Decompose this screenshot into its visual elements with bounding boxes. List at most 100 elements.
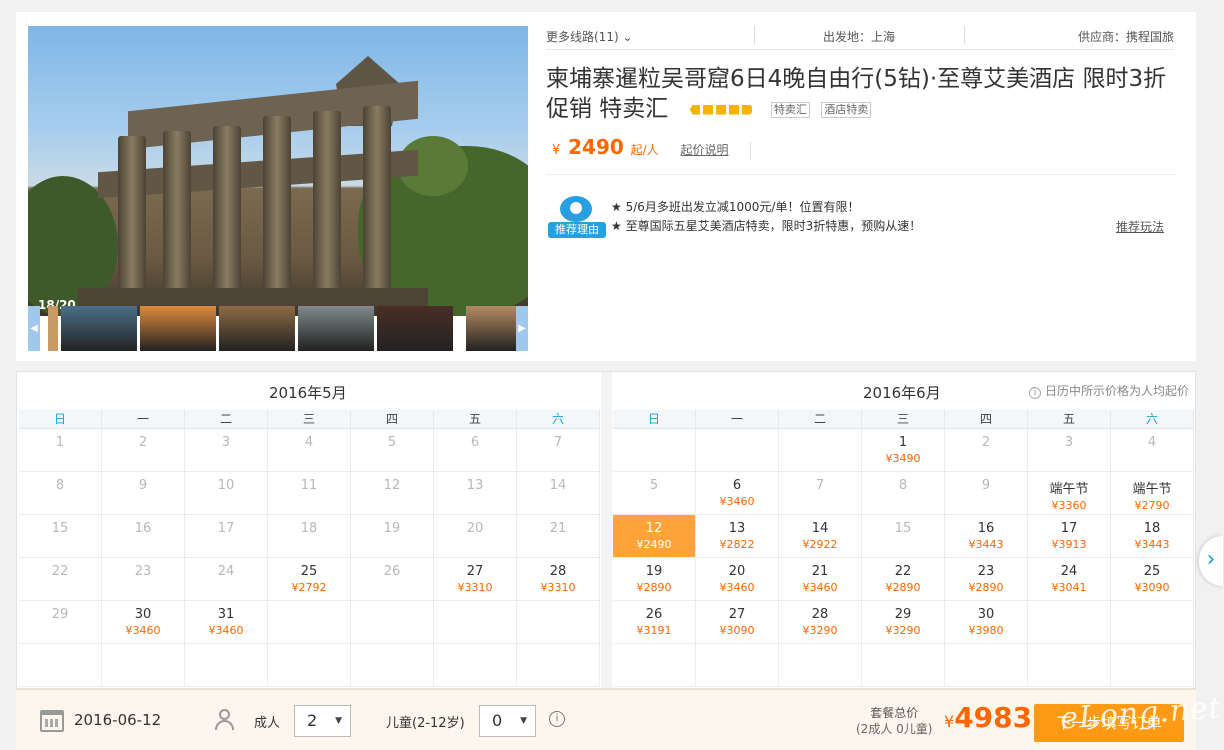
- day-number: 21: [549, 521, 567, 536]
- calendar-grid-may: 日一二三四五六 1 2 3 4 5 6 7 8 9 10 11 12 13 14 15 16 17 18 19 20 21…: [19, 410, 600, 687]
- day-number: 28: [549, 564, 567, 579]
- calendar-day[interactable]: 1 ¥3490: [862, 429, 945, 472]
- adult-count-select[interactable]: 2 ▼: [294, 705, 351, 737]
- calendar-day[interactable]: 19 ¥2890: [613, 558, 696, 601]
- day-number: 7: [553, 435, 563, 450]
- day-number: 14: [549, 478, 567, 493]
- tag-flash-sale[interactable]: 特卖汇: [770, 101, 810, 118]
- temple-base: [78, 288, 428, 306]
- day-price: ¥3460: [719, 495, 755, 508]
- calendar-day[interactable]: 28 ¥3290: [779, 601, 862, 644]
- day-price: ¥3460: [125, 624, 161, 637]
- thumbnail[interactable]: [48, 306, 58, 351]
- day-number: 19: [383, 521, 401, 536]
- calendar-day[interactable]: 27 ¥3310: [434, 558, 517, 601]
- calendar-day[interactable]: 端午节 ¥3360: [1028, 472, 1111, 515]
- recommend-link[interactable]: 推荐玩法: [1116, 218, 1164, 235]
- calendar-day: 11: [268, 472, 351, 515]
- calendar-day: 4: [268, 429, 351, 472]
- calendar-day: 26: [351, 558, 434, 601]
- calendar-day[interactable]: 14 ¥2922: [779, 515, 862, 558]
- tag-hotel-sale[interactable]: 酒店特卖: [821, 101, 872, 118]
- calendar-day: 2: [102, 429, 185, 472]
- calendar-day[interactable]: 26 ¥3191: [613, 601, 696, 644]
- day-price: ¥3460: [208, 624, 244, 637]
- divider: [754, 26, 755, 44]
- calendar-icon: [40, 710, 64, 732]
- day-number: 26: [645, 607, 663, 622]
- more-routes-dropdown[interactable]: 更多线路(11) ⌄: [546, 28, 633, 45]
- thumbnail[interactable]: [140, 306, 216, 351]
- calendar-day: 7: [517, 429, 600, 472]
- day-price: ¥3443: [968, 538, 1004, 551]
- calendar-day[interactable]: 23 ¥2890: [945, 558, 1028, 601]
- chevron-down-icon: ⌄: [622, 30, 633, 44]
- calendar-day[interactable]: 25 ¥3090: [1111, 558, 1194, 601]
- day-number: 12: [645, 521, 663, 536]
- calendar-day[interactable]: 17 ¥3913: [1028, 515, 1111, 558]
- thumbnail[interactable]: [219, 306, 295, 351]
- day-price: ¥3090: [719, 624, 755, 637]
- calendar-day[interactable]: 31 ¥3460: [185, 601, 268, 644]
- person-icon-body: [215, 720, 234, 730]
- calendar-cell-empty: [1028, 644, 1111, 687]
- person-icon: [214, 708, 240, 732]
- day-number: 16: [134, 521, 152, 536]
- next-month-arrow-icon[interactable]: ›: [1199, 536, 1223, 586]
- calendar-day[interactable]: 6 ¥3460: [696, 472, 779, 515]
- thumbnail[interactable]: [298, 306, 374, 351]
- temple-column: [118, 136, 146, 291]
- day-number: 23: [977, 564, 995, 579]
- calendar-day[interactable]: 25 ¥2792: [268, 558, 351, 601]
- thumbnail[interactable]: [377, 306, 453, 351]
- calendar-day[interactable]: 28 ¥3310: [517, 558, 600, 601]
- price-note-link[interactable]: 起价说明: [680, 143, 728, 157]
- day-price: ¥3443: [1134, 538, 1170, 551]
- thumbnail[interactable]: [61, 306, 137, 351]
- calendar-day[interactable]: 24 ¥3041: [1028, 558, 1111, 601]
- calendar-day[interactable]: 端午节 ¥2790: [1111, 472, 1194, 515]
- weekday-header: 日: [19, 410, 102, 429]
- divider: [750, 141, 752, 160]
- calendar-day[interactable]: 30 ¥3460: [102, 601, 185, 644]
- departure-city: 出发地：上海: [823, 30, 896, 44]
- temple-column: [263, 116, 291, 291]
- thumb-prev-arrow-icon[interactable]: ◀: [28, 306, 40, 351]
- calendar-day[interactable]: 27 ¥3090: [696, 601, 779, 644]
- day-price: ¥3913: [1051, 538, 1087, 551]
- calendar-day: 8: [862, 472, 945, 515]
- day-price: ¥3460: [802, 581, 838, 594]
- day-price: ¥3191: [636, 624, 672, 637]
- weekday-header: 四: [945, 410, 1028, 429]
- calendar-day[interactable]: 30 ¥3980: [945, 601, 1028, 644]
- day-number: 7: [815, 478, 825, 493]
- calendar-day[interactable]: 20 ¥3460: [696, 558, 779, 601]
- calendar-cell-empty: [517, 601, 600, 644]
- calendar-day[interactable]: 18 ¥3443: [1111, 515, 1194, 558]
- price-row: ¥ 2490 起/人 起价说明: [552, 135, 752, 160]
- calendar-day: 24: [185, 558, 268, 601]
- main-photo[interactable]: 18/20: [28, 26, 528, 316]
- calendar-day[interactable]: 13 ¥2822: [696, 515, 779, 558]
- day-number: 16: [977, 521, 995, 536]
- day-number: 19: [645, 564, 663, 579]
- calendar-day[interactable]: 22 ¥2890: [862, 558, 945, 601]
- calendar-day[interactable]: 16 ¥3443: [945, 515, 1028, 558]
- calendar-day: 15: [19, 515, 102, 558]
- weekday-header: 六: [1111, 410, 1194, 429]
- calendar-cell-empty: [696, 644, 779, 687]
- thumbnail[interactable]: [466, 306, 516, 351]
- weekday-header: 五: [434, 410, 517, 429]
- info-icon[interactable]: i: [549, 711, 565, 727]
- thumb-next-arrow-icon[interactable]: ▶: [516, 306, 528, 351]
- calendar-day[interactable]: 12 ¥2490: [613, 515, 696, 558]
- calendar-day[interactable]: 29 ¥3290: [862, 601, 945, 644]
- calendar-day[interactable]: 21 ¥3460: [779, 558, 862, 601]
- calendar-day: 3: [1028, 429, 1111, 472]
- calendar-day: 15: [862, 515, 945, 558]
- child-count-select[interactable]: 0 ▼: [479, 705, 536, 737]
- weekday-header: 三: [862, 410, 945, 429]
- booking-bar: 2016-06-12 成人 2 ▼ 儿童(2-12岁) 0 ▼ i 套餐总价 (…: [16, 689, 1196, 750]
- day-number: 9: [138, 478, 148, 493]
- selected-date[interactable]: 2016-06-12: [74, 711, 161, 729]
